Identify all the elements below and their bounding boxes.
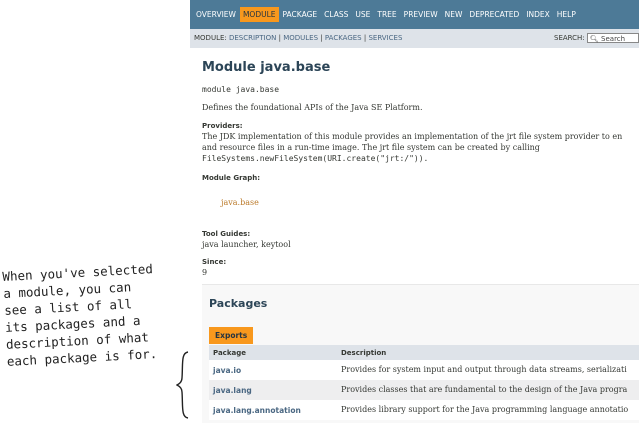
nav-overview[interactable]: OVERVIEW: [193, 7, 239, 22]
column-header-description: Description: [341, 349, 387, 357]
search-placeholder: Search: [601, 35, 626, 43]
nav-class[interactable]: CLASS: [321, 7, 351, 22]
search-label: SEARCH:: [554, 34, 585, 42]
since-label: Since:: [202, 258, 227, 266]
nav-deprecated[interactable]: DEPRECATED: [466, 7, 522, 22]
nav-use[interactable]: USE: [352, 7, 373, 22]
nav-package[interactable]: PACKAGE: [280, 7, 321, 22]
package-link[interactable]: java.lang.annotation: [213, 406, 301, 415]
subnav-description-link[interactable]: DESCRIPTION: [229, 34, 276, 42]
packages-section: Packages Exports Package Description jav…: [202, 284, 639, 423]
package-link[interactable]: java.io: [213, 366, 241, 375]
nav-new[interactable]: NEW: [442, 7, 466, 22]
package-link[interactable]: java.lang: [213, 386, 252, 395]
nav-tree[interactable]: TREE: [374, 7, 399, 22]
table-row: java.lang.annotation Provides library su…: [209, 400, 639, 420]
table-row: java.lang Provides classes that are fund…: [209, 380, 639, 400]
table-row: java.io Provides for system input and ou…: [209, 360, 639, 380]
curly-brace-icon: [176, 351, 189, 419]
tab-exports[interactable]: Exports: [209, 327, 254, 344]
package-description: Provides for system input and output thr…: [341, 365, 627, 374]
providers-text-line1: The JDK implementation of this module pr…: [202, 132, 623, 141]
nav-module[interactable]: MODULE: [239, 7, 279, 22]
module-declaration: module java.base: [202, 85, 280, 94]
search-input[interactable]: 🔍︎ Search: [586, 33, 639, 43]
sub-navigation-bar: MODULE: DESCRIPTION | MODULES | PACKAGES…: [190, 29, 639, 48]
subnav-separator: |: [320, 34, 323, 42]
search-area: SEARCH: 🔍︎ Search: [554, 33, 639, 43]
subnav-prefix: MODULE:: [194, 34, 227, 42]
module-graph-label: Module Graph:: [202, 174, 261, 182]
since-value: 9: [202, 268, 208, 277]
top-navigation-bar: OVERVIEW MODULE PACKAGE CLASS USE TREE P…: [190, 0, 639, 29]
column-header-package: Package: [213, 349, 246, 357]
providers-label: Providers:: [202, 122, 243, 130]
subnav-packages-link[interactable]: PACKAGES: [325, 34, 362, 42]
packages-heading: Packages: [209, 297, 268, 310]
packages-table-header: Package Description: [209, 345, 639, 360]
module-subnav-links: MODULE: DESCRIPTION | MODULES | PACKAGES…: [194, 34, 402, 42]
package-description: Provides library support for the Java pr…: [341, 405, 629, 414]
nav-help[interactable]: HELP: [554, 7, 579, 22]
tool-guides-value[interactable]: java launcher, keytool: [202, 240, 291, 249]
module-description: Defines the foundational APIs of the Jav…: [202, 103, 423, 112]
nav-index[interactable]: INDEX: [523, 7, 552, 22]
subnav-separator: |: [278, 34, 281, 42]
nav-preview[interactable]: PREVIEW: [401, 7, 441, 22]
subnav-modules-link[interactable]: MODULES: [283, 34, 318, 42]
module-graph-node-link[interactable]: java.base: [221, 198, 259, 207]
page-title: Module java.base: [202, 60, 331, 75]
package-description: Provides classes that are fundamental to…: [341, 385, 628, 394]
javadoc-page: OVERVIEW MODULE PACKAGE CLASS USE TREE P…: [190, 0, 639, 423]
providers-text-line2: and resource files in a run-time image. …: [202, 143, 540, 152]
providers-code: FileSystems.newFileSystem(URI.create("jr…: [202, 154, 429, 163]
subnav-services-link[interactable]: SERVICES: [368, 34, 402, 42]
handwritten-annotation: When you've selected a module, you can s…: [2, 258, 197, 370]
subnav-separator: |: [363, 34, 367, 42]
search-icon: 🔍︎: [589, 35, 599, 43]
tool-guides-label: Tool Guides:: [202, 230, 251, 238]
